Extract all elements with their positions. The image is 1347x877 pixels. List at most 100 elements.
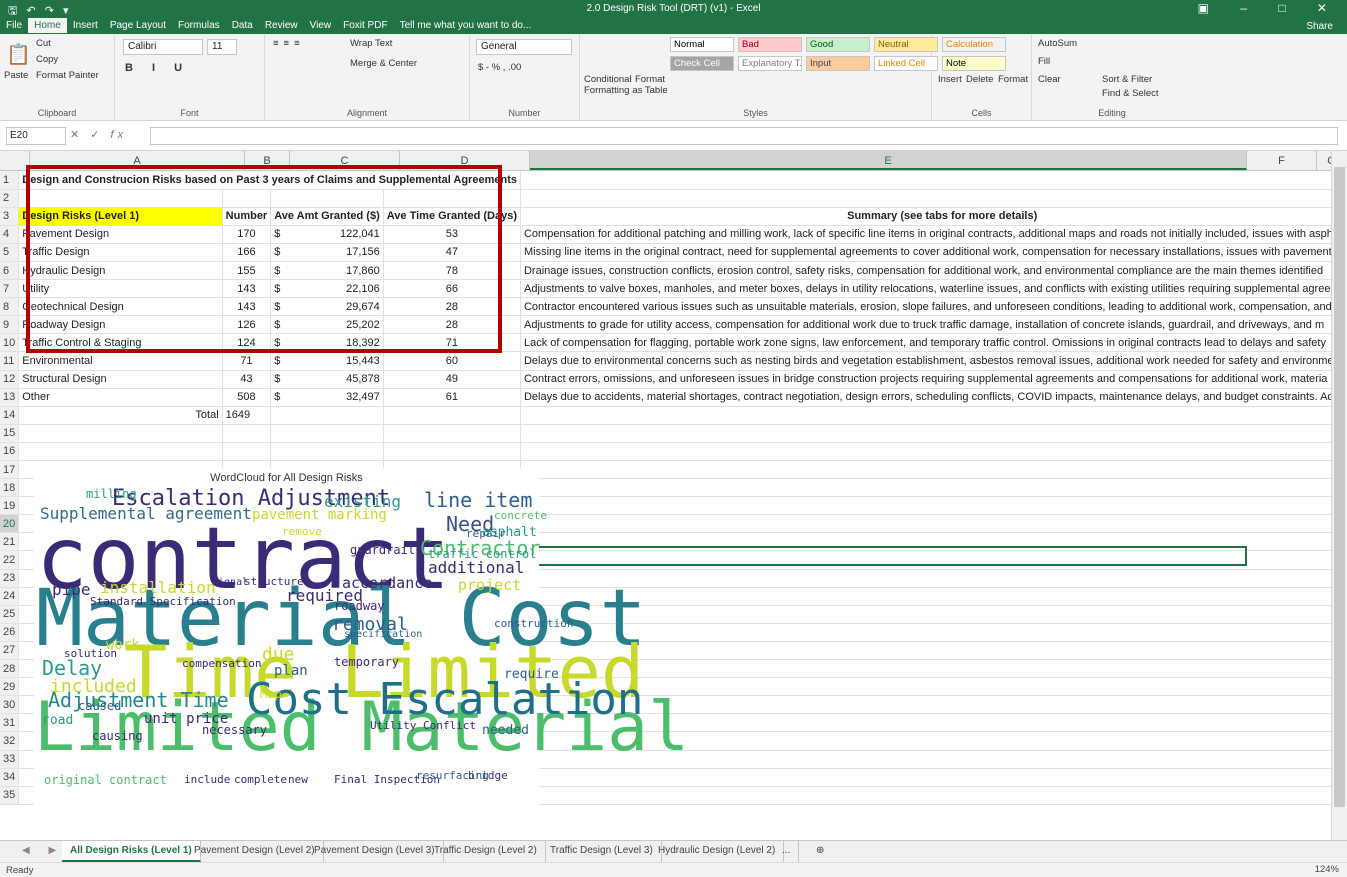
row-header[interactable]: 34 xyxy=(0,768,20,787)
cell[interactable]: $15,443 xyxy=(270,351,384,371)
format-as-table-button[interactable]: Format as Table xyxy=(630,74,670,96)
align-icons[interactable]: ≡≡≡ xyxy=(273,38,305,49)
row-header[interactable]: 24 xyxy=(0,587,20,606)
row-header[interactable]: 5 xyxy=(0,243,20,262)
select-all-corner[interactable] xyxy=(0,151,30,170)
vertical-scrollbar[interactable] xyxy=(1331,151,1347,840)
row-header[interactable]: 35 xyxy=(0,786,20,805)
cell[interactable]: Ave Time Granted (Days) xyxy=(382,206,521,226)
cell[interactable]: Structural Design xyxy=(18,369,223,389)
paste-icon[interactable]: 📋 xyxy=(6,42,31,67)
cell[interactable]: 43 xyxy=(221,369,272,389)
cell[interactable]: 143 xyxy=(221,297,272,317)
tab-review[interactable]: Review xyxy=(259,18,304,33)
cell[interactable]: 53 xyxy=(382,224,521,244)
paste-button[interactable]: Paste xyxy=(4,70,28,81)
cell[interactable]: 71 xyxy=(382,333,521,353)
column-header-d[interactable]: D xyxy=(400,151,530,170)
format-painter-button[interactable]: Format Painter xyxy=(36,70,99,81)
row-header[interactable]: 30 xyxy=(0,695,20,715)
cell[interactable] xyxy=(520,496,1347,516)
cell[interactable]: Other xyxy=(18,387,223,407)
number-format-select[interactable]: General xyxy=(476,39,572,55)
wordcloud-image[interactable]: WordCloud for All Design Risks contract M… xyxy=(34,468,689,806)
conditional-formatting-button[interactable]: Conditional Formatting xyxy=(584,74,632,96)
cell[interactable]: 143 xyxy=(221,279,272,299)
cell[interactable]: 126 xyxy=(221,315,272,335)
cell[interactable]: Summary (see tabs for more details) xyxy=(519,206,1347,226)
cell[interactable]: 166 xyxy=(221,242,272,262)
cell[interactable]: $32,497 xyxy=(270,387,384,407)
column-header-f[interactable]: F xyxy=(1247,151,1317,170)
row-header[interactable]: 29 xyxy=(0,677,20,697)
tab-insert[interactable]: Insert xyxy=(67,18,104,33)
tab-home[interactable]: Home xyxy=(28,18,67,33)
cell[interactable] xyxy=(520,532,1347,552)
cell[interactable]: Hydraulic Design xyxy=(18,260,223,281)
cell[interactable] xyxy=(520,189,1347,208)
column-header-c[interactable]: C xyxy=(290,151,400,170)
cell[interactable]: Design Risks (Level 1) xyxy=(18,206,223,226)
cell-style-bad[interactable]: Bad xyxy=(738,37,802,52)
tab-foxit-pdf[interactable]: Foxit PDF xyxy=(337,18,393,33)
merge-center-button[interactable]: Merge & Center xyxy=(350,58,417,69)
cell[interactable]: Compensation for additional patching and… xyxy=(519,224,1347,244)
cell[interactable] xyxy=(270,405,384,425)
sheet-tab[interactable]: Traffic Design (Level 3) xyxy=(542,841,662,862)
row-header[interactable]: 28 xyxy=(0,659,20,679)
cell[interactable]: Roadway Design xyxy=(18,315,223,335)
share-button[interactable]: Share xyxy=(1300,19,1339,34)
cell[interactable] xyxy=(222,424,272,443)
row-header[interactable]: 31 xyxy=(0,713,20,733)
font-size-select[interactable]: 11 xyxy=(207,39,237,55)
cell[interactable]: $45,878 xyxy=(270,369,384,389)
cell[interactable]: 49 xyxy=(382,369,521,389)
row-header[interactable]: 9 xyxy=(0,315,20,335)
cell[interactable]: Contract errors, omissions, and unforese… xyxy=(519,369,1347,389)
row-header[interactable]: 11 xyxy=(0,351,20,371)
cell[interactable] xyxy=(520,442,1347,462)
cell[interactable]: Number xyxy=(221,206,272,226)
cell[interactable] xyxy=(520,171,1347,190)
row-header[interactable]: 3 xyxy=(0,207,20,226)
name-box[interactable]: E20 xyxy=(6,127,66,145)
cell[interactable]: Pavement Design xyxy=(18,224,223,244)
number-format-buttons[interactable]: $ - % , .00 xyxy=(478,62,521,73)
formula-icons[interactable]: ✕ ✓ fx xyxy=(70,128,127,141)
wrap-text-button[interactable]: Wrap Text xyxy=(350,38,392,49)
cell-style-good[interactable]: Good xyxy=(806,37,870,52)
sheet-tab[interactable]: Traffic Design (Level 2) xyxy=(426,841,546,862)
row-header[interactable]: 8 xyxy=(0,297,20,317)
tab-formulas[interactable]: Formulas xyxy=(172,18,226,33)
column-header-a[interactable]: A xyxy=(30,151,245,170)
formula-input[interactable] xyxy=(150,127,1338,145)
row-header[interactable]: 22 xyxy=(0,550,20,570)
cell[interactable]: Environmental xyxy=(18,351,223,371)
cell[interactable]: Utility xyxy=(18,279,223,299)
font-name-select[interactable]: Calibri xyxy=(123,39,203,55)
cell[interactable]: $22,106 xyxy=(270,279,384,299)
row-header[interactable]: 25 xyxy=(0,605,20,624)
row-header[interactable]: 4 xyxy=(0,225,20,244)
cell[interactable]: Ave Amt Granted ($) xyxy=(270,206,384,226)
clear-button[interactable]: Clear xyxy=(1038,74,1061,85)
row-header[interactable]: 17 xyxy=(0,460,20,480)
cell[interactable]: 1649 xyxy=(221,405,272,425)
insert-cells-button[interactable]: Insert xyxy=(938,74,962,85)
row-header[interactable]: 33 xyxy=(0,750,20,769)
cell[interactable] xyxy=(270,189,384,208)
column-header-b[interactable]: B xyxy=(245,151,290,170)
tell-me-search[interactable]: Tell me what you want to do... xyxy=(394,18,538,33)
cell[interactable] xyxy=(520,786,1347,805)
cell[interactable]: Design and Construcion Risks based on Pa… xyxy=(18,171,521,190)
cell[interactable]: 28 xyxy=(382,315,521,335)
cell[interactable] xyxy=(520,460,1347,480)
copy-button[interactable]: Copy xyxy=(36,54,58,65)
window-controls[interactable]: ▣ – □ ✕ xyxy=(1198,1,1341,15)
cell[interactable] xyxy=(18,189,223,208)
cell[interactable]: Delays due to accidents, material shorta… xyxy=(519,387,1347,407)
cell[interactable]: $17,860 xyxy=(270,260,384,281)
row-header[interactable]: 2 xyxy=(0,189,20,208)
cell[interactable]: 155 xyxy=(221,260,272,281)
cell[interactable]: Missing line items in the original contr… xyxy=(519,242,1347,262)
